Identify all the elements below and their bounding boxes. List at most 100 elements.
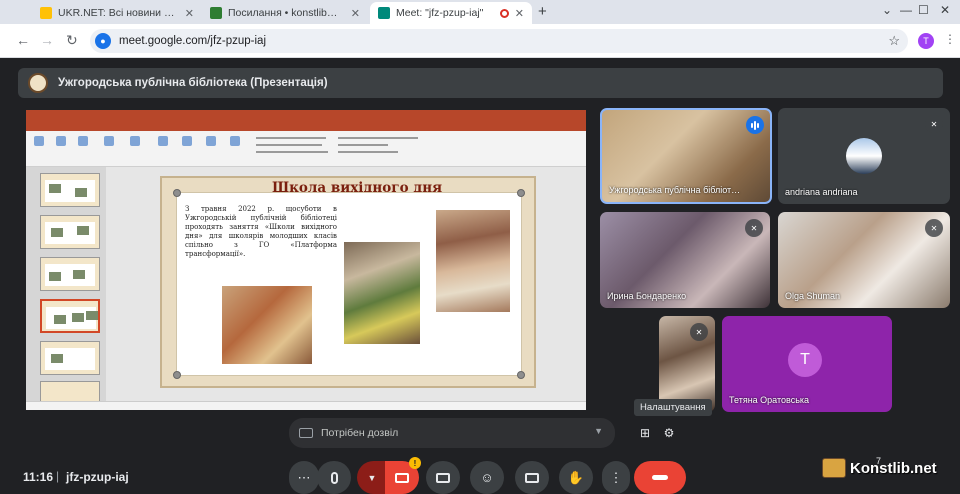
more-options-left-button[interactable]: ⋯ [289,461,319,494]
participant-name: Ужгородська публічна бібліот… [609,185,741,195]
camera-options-button[interactable]: ▼ [357,461,387,494]
chrome-menu-icon[interactable]: ⋮ [944,32,956,46]
participant-tile-camera[interactable]: ✕ [659,316,715,412]
slide-thumbnail [40,257,100,291]
raise-hand-button[interactable]: ✋ [559,461,593,494]
ribbon-button-icon [56,136,66,146]
reactions-button[interactable]: ☺ [470,461,504,494]
slide-content-card: З травня 2022 р. щосуботи в Ужгородській… [173,189,525,379]
participant-tile-olga[interactable]: ✕ Olga Shuman [778,212,950,308]
settings-gear-icon[interactable]: ⚙ [660,424,678,442]
camera-permission-bar[interactable]: Потрібен дозвіл ▼ [289,418,615,448]
camera-off-icon [395,472,409,483]
url-text[interactable]: meet.google.com/jfz-pzup-iaj [119,35,266,47]
close-tab-icon[interactable]: ✕ [351,7,360,20]
recording-icon [499,8,509,18]
profile-avatar[interactable]: T [918,33,934,49]
chevron-down-icon[interactable]: ▼ [594,426,603,436]
microphone-permission-icon[interactable]: ● [95,33,111,49]
emoji-icon: ☺ [480,470,494,485]
powerpoint-menubar [26,121,586,131]
participant-tile-iryna[interactable]: ✕ Ирина Бондаренко [600,212,770,308]
slide: Школа вихідного дня З травня 2022 р. щос… [160,176,536,388]
ukrnet-favicon-icon [40,7,52,19]
participant-name: andriana andriana [785,187,858,197]
dots-horizontal-icon: ⋯ [297,469,311,485]
slide-thumbnails [26,167,106,410]
ribbon-button-icon [230,136,240,146]
reload-icon[interactable]: ↻ [66,32,78,49]
ribbon-button-icon [130,136,140,146]
new-tab-button[interactable]: + [538,3,547,20]
slide-thumbnail [40,215,100,249]
powerpoint-titlebar [26,110,586,121]
tab-strip: UKR.NET: Всі новини України, ✕ Посилання… [0,0,960,24]
slide-thumbnail [40,173,100,207]
slide-thumbnail [40,341,100,375]
omnibox[interactable]: ● meet.google.com/jfz-pzup-iaj [90,29,908,53]
bookmark-star-icon[interactable]: ☆ [888,33,900,49]
ribbon-option [256,137,326,139]
ribbon-option [256,144,322,146]
workshop-photo [221,285,313,365]
present-screen-icon [436,472,450,483]
ribbon-option [338,151,398,153]
hang-up-button[interactable] [634,461,686,494]
separator: | [56,469,60,483]
konstlib-logo-icon [822,458,846,478]
ribbon-button-icon [182,136,192,146]
tab-label: Meet: "jfz-pzup-iaj" [396,7,484,19]
mail-favicon-icon [210,7,222,19]
tab-mail[interactable]: Посилання • konstlib@ukr.net ✕ [202,2,368,24]
ribbon-button-icon [206,136,216,146]
captions-button[interactable] [515,461,549,494]
group-photo [435,209,511,313]
watermark-text: Konstlib.net [850,459,937,477]
close-tab-icon[interactable]: ✕ [185,7,194,20]
meeting-code: jfz-pzup-iaj [66,470,129,484]
chevron-down-icon: ▼ [367,472,377,483]
close-tab-icon[interactable]: ✕ [515,7,524,20]
effects-icon[interactable]: ⊞ [636,424,654,442]
tab-ukrnet[interactable]: UKR.NET: Всі новини України, ✕ [32,2,202,24]
tab-label: UKR.NET: Всі новини України, [58,7,179,19]
captions-icon [525,472,539,483]
participant-name: Olga Shuman [785,291,841,301]
participant-tile-tetiana[interactable]: T Тетяна Оратовська [722,316,892,412]
address-bar: ← → ↻ ● meet.google.com/jfz-pzup-iaj ☆ T… [0,24,960,58]
avatar: T [788,343,822,377]
minimize-button[interactable]: — [900,3,912,17]
pin-icon [517,189,525,197]
ribbon-button-icon [104,136,114,146]
mic-off-icon: ✕ [690,323,708,341]
present-screen-button[interactable] [426,461,460,494]
pin-icon [517,371,525,379]
warning-badge: ! [409,457,421,469]
slide-body-text: З травня 2022 р. щосуботи в Ужгородській… [185,205,337,259]
settings-tooltip: Налаштування [634,399,712,416]
tab-search-icon[interactable]: ⌄ [882,3,892,17]
participant-tile-presenter[interactable]: Ужгородська публічна бібліот… [600,108,772,204]
back-arrow-icon[interactable]: ← [16,32,30,48]
reading-photo [343,241,421,345]
ribbon-button-icon [158,136,168,146]
mic-off-icon: ✕ [925,219,943,237]
ribbon-option [338,137,418,139]
participant-tile-andriana[interactable]: ✕ andriana andriana [778,108,950,204]
shared-screen: Школа вихідного дня З травня 2022 р. щос… [26,110,586,410]
ribbon-button-icon [34,136,44,146]
tab-meet[interactable]: Meet: "jfz-pzup-iaj" ✕ [370,2,532,24]
speaking-indicator-icon [746,116,764,134]
more-options-button[interactable]: ⋮ [602,461,630,494]
maximize-button[interactable]: ☐ [918,3,929,17]
close-window-button[interactable]: ✕ [940,3,950,17]
library-logo-icon [28,73,48,93]
meeting-time: 11:16 [23,470,54,484]
avatar [846,138,882,174]
presentation-header: Ужгородська публічна бібліотека (Презент… [18,68,943,98]
microphone-button[interactable] [317,461,351,494]
presentation-title: Ужгородська публічна бібліотека (Презент… [58,77,328,89]
dots-vertical-icon: ⋮ [609,469,623,485]
forward-arrow-icon[interactable]: → [40,32,54,48]
powerpoint-statusbar [26,401,586,410]
